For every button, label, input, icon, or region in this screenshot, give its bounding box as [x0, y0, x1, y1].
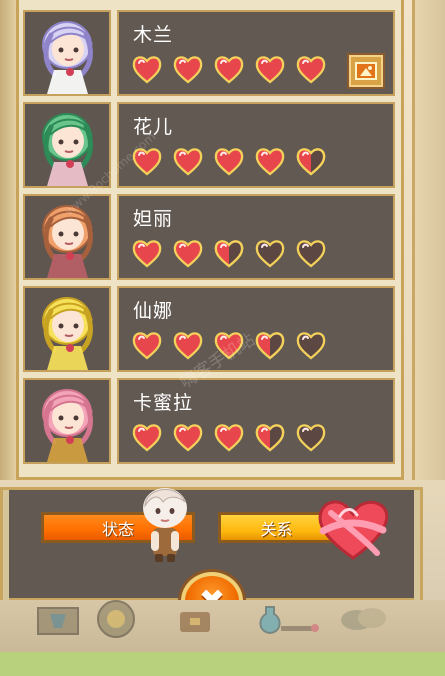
bottom-frame-right [414, 490, 420, 604]
pink-haired-portrait [25, 380, 109, 462]
character-row[interactable]: 仙娜 [23, 286, 401, 372]
background-floor [0, 652, 445, 676]
affection-hearts [131, 55, 327, 85]
game-screen: 木兰 花儿 妲丽 仙娜 卡蜜拉 嗨客手机站 状态 关系 [0, 0, 445, 676]
heart-icon [132, 424, 162, 452]
orange-haired-portrait [25, 196, 109, 278]
heart-icon [173, 240, 203, 268]
white-haired-maid-portrait [25, 12, 109, 94]
heart-icon [296, 148, 326, 176]
left-wood-frame [0, 0, 16, 480]
heart-icon [255, 148, 285, 176]
heart-icon [214, 240, 244, 268]
character-info: 木兰 [117, 10, 395, 96]
book-icon [37, 607, 79, 635]
chest-icon [180, 612, 210, 632]
character-name: 卡蜜拉 [133, 392, 194, 414]
plates-icon [341, 608, 386, 630]
character-info: 妲丽 [117, 194, 395, 280]
gallery-button[interactable] [347, 53, 385, 89]
character-row[interactable]: 卡蜜拉 [23, 378, 401, 464]
blonde-bow-portrait [25, 288, 109, 370]
heart-icon [296, 56, 326, 84]
picture-icon [355, 62, 377, 80]
affection-hearts [131, 331, 327, 361]
wand-icon [281, 624, 319, 632]
heart-icon [132, 240, 162, 268]
affection-hearts [131, 239, 327, 269]
character-info: 卡蜜拉 [117, 378, 395, 464]
bottom-frame-left [3, 490, 9, 604]
character-name: 木兰 [133, 24, 174, 46]
character-portrait [23, 378, 111, 464]
heart-icon [296, 424, 326, 452]
character-info: 花儿 [117, 102, 395, 188]
character-row[interactable]: 木兰 [23, 10, 401, 96]
character-list-panel: 木兰 花儿 妲丽 仙娜 卡蜜拉 [16, 0, 404, 480]
heart-icon [214, 148, 244, 176]
character-portrait [23, 286, 111, 372]
character-name: 仙娜 [133, 300, 174, 322]
heart-icon [173, 332, 203, 360]
heart-icon [132, 332, 162, 360]
character-row[interactable]: 妲丽 [23, 194, 401, 280]
character-row[interactable]: 花儿 [23, 102, 401, 188]
character-portrait [23, 102, 111, 188]
green-haired-glasses-portrait [25, 104, 109, 186]
heart-icon [173, 56, 203, 84]
affection-hearts [131, 423, 327, 453]
heart-icon [173, 148, 203, 176]
character-name: 妲丽 [133, 208, 174, 230]
heart-icon [255, 332, 285, 360]
heart-icon [214, 424, 244, 452]
heart-icon [255, 240, 285, 268]
right-wood-frame [412, 0, 445, 480]
relationship-heart-icon [318, 500, 389, 560]
heart-icon [132, 56, 162, 84]
heart-icon [214, 332, 244, 360]
heart-icon [173, 424, 203, 452]
heart-icon [296, 240, 326, 268]
character-portrait [23, 10, 111, 96]
heart-icon [214, 56, 244, 84]
medallion-icon [97, 600, 135, 638]
affection-hearts [131, 147, 327, 177]
character-name: 花儿 [133, 116, 174, 138]
heart-icon [296, 332, 326, 360]
character-portrait [23, 194, 111, 280]
heart-icon [255, 424, 285, 452]
character-info: 仙娜 [117, 286, 395, 372]
heart-icon [255, 56, 285, 84]
player-chibi-avatar [143, 488, 187, 562]
heart-icon [132, 148, 162, 176]
